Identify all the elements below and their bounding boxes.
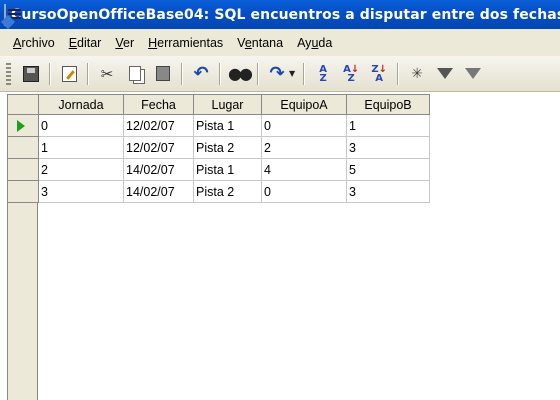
save-icon [23, 65, 39, 82]
table-row[interactable]: 2 14/02/07 Pista 1 4 5 [7, 158, 430, 181]
paste-icon [156, 66, 170, 81]
menu-ventana[interactable]: Ventana [231, 36, 291, 50]
remove-filter-button[interactable] [461, 62, 485, 86]
row-selector[interactable] [7, 114, 39, 137]
menu-editar[interactable]: Editar [63, 36, 110, 50]
corner-header[interactable] [7, 94, 39, 115]
row-selector[interactable] [7, 136, 39, 159]
undo-button[interactable]: ↶ [189, 62, 213, 86]
openoffice-base-icon [4, 3, 21, 26]
cell-jornada[interactable]: 0 [38, 114, 124, 137]
cell-jornada[interactable]: 2 [38, 158, 124, 181]
save-button[interactable] [19, 62, 43, 86]
cell-fecha[interactable]: 12/02/07 [123, 114, 194, 137]
sort-descending-icon: Z↓ A [371, 63, 387, 84]
cell-equipob[interactable]: 5 [346, 158, 430, 181]
cell-equipoa[interactable]: 0 [261, 114, 347, 137]
menu-bar: Archivo Editar Ver Herramientas Ventana … [0, 29, 560, 56]
sort-ascending-icon: AZ [319, 63, 328, 84]
column-header-equipob[interactable]: EquipoB [346, 94, 430, 115]
data-grid: Jornada Fecha Lugar EquipoA EquipoB 0 12… [0, 92, 560, 400]
column-header-fecha[interactable]: Fecha [123, 94, 194, 115]
cell-equipob[interactable]: 1 [346, 114, 430, 137]
sort-ascending-red-button[interactable]: A↓ Z [339, 62, 363, 86]
redo-icon: ↷ [269, 63, 285, 84]
redo-dropdown-icon[interactable]: ▼ [289, 69, 295, 78]
paste-button[interactable] [151, 62, 175, 86]
undo-icon: ↶ [193, 63, 209, 84]
cell-fecha[interactable]: 14/02/07 [123, 180, 194, 203]
redo-button[interactable]: ↷ [265, 62, 289, 86]
toolbar: ✂ ↶ ●● ↷ ▼ AZ A↓ Z Z↓ A ✳ [0, 56, 560, 92]
sort-descending-button[interactable]: Z↓ A [367, 62, 391, 86]
cut-icon: ✂ [100, 64, 114, 83]
table-row[interactable]: 3 14/02/07 Pista 2 0 3 [7, 180, 430, 203]
menu-ver[interactable]: Ver [109, 36, 142, 50]
cell-jornada[interactable]: 1 [38, 136, 124, 159]
cell-equipob[interactable]: 3 [346, 180, 430, 203]
column-header-equipoa[interactable]: EquipoA [261, 94, 347, 115]
cell-jornada[interactable]: 3 [38, 180, 124, 203]
cell-fecha[interactable]: 14/02/07 [123, 158, 194, 181]
title-bar[interactable]: CursoOpenOfficeBase04: SQL encuentros a … [0, 0, 560, 29]
row-selector[interactable] [7, 180, 39, 203]
menu-herramientas[interactable]: Herramientas [142, 36, 231, 50]
current-row-arrow-icon [17, 120, 25, 132]
cell-lugar[interactable]: Pista 2 [193, 180, 262, 203]
standard-filter-button[interactable] [433, 62, 457, 86]
cell-equipoa[interactable]: 4 [261, 158, 347, 181]
copy-icon [129, 66, 141, 81]
cell-equipob[interactable]: 3 [346, 136, 430, 159]
edit-icon [61, 65, 77, 82]
autofilter-icon: ✳ [411, 65, 424, 82]
sort-ascending-button[interactable]: AZ [311, 62, 335, 86]
cell-lugar[interactable]: Pista 1 [193, 158, 262, 181]
header-row: Jornada Fecha Lugar EquipoA EquipoB [7, 94, 430, 115]
table-row[interactable]: 1 12/02/07 Pista 2 2 3 [7, 136, 430, 159]
sort-ascending-red-icon: A↓ Z [343, 63, 360, 84]
copy-button[interactable] [123, 62, 147, 86]
column-header-jornada[interactable]: Jornada [38, 94, 124, 115]
row-selector[interactable] [7, 158, 39, 181]
toolbar-grip[interactable] [6, 62, 11, 85]
menu-ayuda[interactable]: Ayuda [291, 36, 340, 50]
cell-fecha[interactable]: 12/02/07 [123, 136, 194, 159]
table-row[interactable]: 0 12/02/07 Pista 1 0 1 [7, 114, 430, 137]
results-table: Jornada Fecha Lugar EquipoA EquipoB 0 12… [7, 94, 430, 203]
find-button[interactable]: ●● [227, 62, 253, 86]
autofilter-button[interactable]: ✳ [405, 62, 429, 86]
column-header-lugar[interactable]: Lugar [193, 94, 262, 115]
edit-button[interactable] [57, 62, 81, 86]
window-title: CursoOpenOfficeBase04: SQL encuentros a … [11, 6, 560, 23]
cell-equipoa[interactable]: 2 [261, 136, 347, 159]
cut-button[interactable]: ✂ [95, 62, 119, 86]
cell-lugar[interactable]: Pista 1 [193, 114, 262, 137]
find-icon: ●● [228, 64, 253, 83]
cell-lugar[interactable]: Pista 2 [193, 136, 262, 159]
menu-archivo[interactable]: Archivo [0, 36, 63, 50]
cell-equipoa[interactable]: 0 [261, 180, 347, 203]
standard-filter-icon [437, 68, 454, 79]
remove-filter-icon [465, 68, 482, 79]
